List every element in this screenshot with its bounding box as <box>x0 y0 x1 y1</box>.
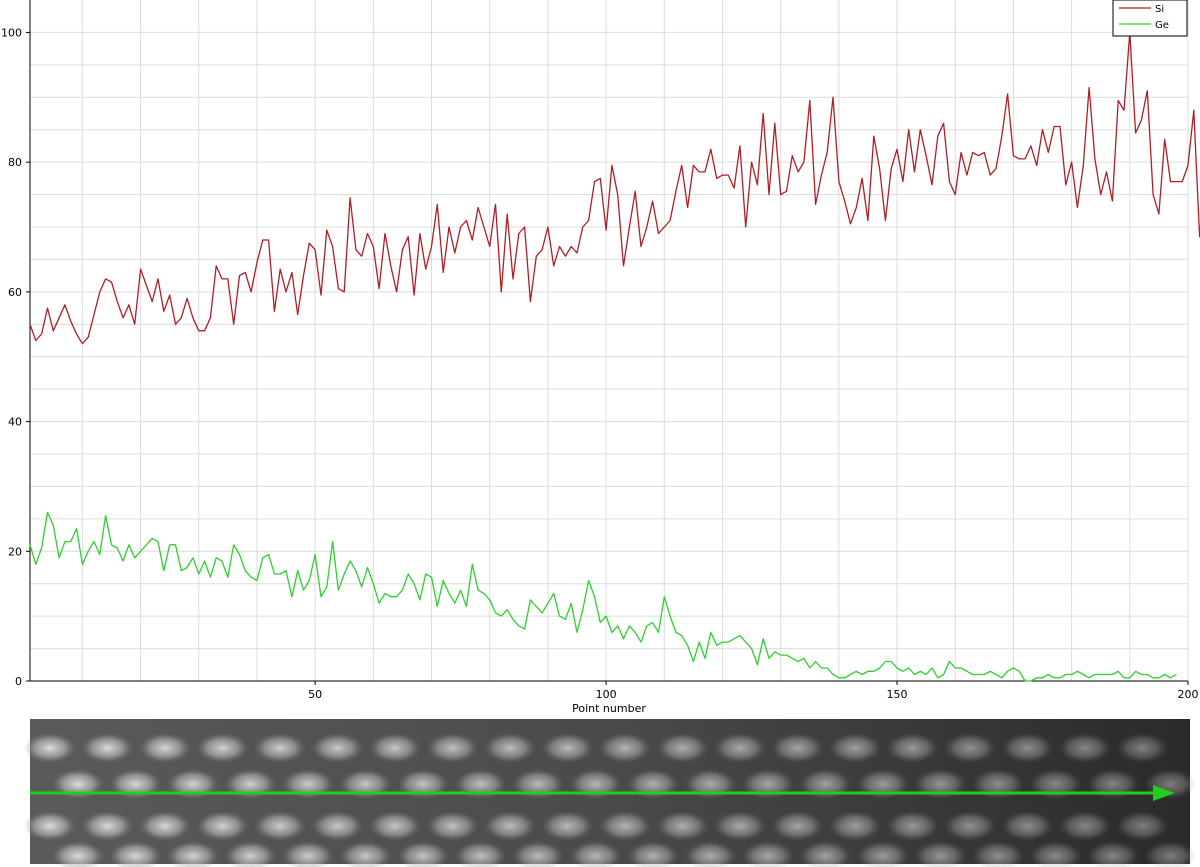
atomic-column <box>656 811 709 841</box>
atomic-column <box>656 733 709 763</box>
legend-label-si: Si <box>1155 4 1164 15</box>
x-tick-label: 150 <box>887 688 908 701</box>
atomic-column <box>771 811 824 841</box>
atomic-column <box>196 811 249 841</box>
atomic-column <box>484 811 536 841</box>
atomic-column <box>714 733 766 763</box>
atomic-column <box>886 733 939 763</box>
atomic-column <box>369 733 421 763</box>
atomic-column <box>311 733 364 763</box>
atomic-column <box>829 733 881 763</box>
atomic-column <box>541 733 594 763</box>
legend-label-ge: Ge <box>1155 20 1169 31</box>
atomic-column <box>81 811 134 841</box>
atomic-column <box>484 733 536 763</box>
atomic-column <box>1116 733 1169 763</box>
x-tick-label: 200 <box>1178 688 1199 701</box>
atomic-column <box>1116 811 1169 841</box>
atomic-column <box>771 733 824 763</box>
atomic-column <box>1001 733 1054 763</box>
atomic-column <box>599 811 651 841</box>
atomic-column <box>541 811 594 841</box>
atomic-column <box>254 733 306 763</box>
atomic-column <box>1059 733 1111 763</box>
atomic-column <box>714 811 766 841</box>
y-tick-label: 40 <box>8 416 22 429</box>
x-tick-label: 50 <box>308 688 322 701</box>
atomic-column <box>829 811 881 841</box>
atomic-column <box>24 811 76 841</box>
line-chart: 0 20 40 60 80 100 50 100 150 200 Si Ge Point numb… <box>0 0 1200 867</box>
atomic-column <box>944 811 996 841</box>
atomic-column <box>1001 811 1054 841</box>
atomic-column <box>599 733 651 763</box>
atomic-column <box>139 733 191 763</box>
atomic-column <box>1059 811 1111 841</box>
atomic-column <box>139 811 191 841</box>
atomic-column <box>196 733 249 763</box>
atomic-column <box>426 811 479 841</box>
y-tick-label: 100 <box>1 26 22 39</box>
y-tick-label: 80 <box>8 156 22 169</box>
atomic-column <box>24 733 76 763</box>
x-tick-label: 100 <box>596 688 617 701</box>
legend-box <box>1112 0 1188 37</box>
y-tick-label: 20 <box>8 545 22 558</box>
atomic-column <box>254 811 306 841</box>
atomic-column <box>426 733 479 763</box>
atomic-column <box>944 733 996 763</box>
legend: Si Ge <box>1112 0 1188 37</box>
y-tick-label: 60 <box>8 286 22 299</box>
atomic-column <box>311 811 364 841</box>
atomic-column <box>369 811 421 841</box>
atomic-column <box>81 733 134 763</box>
x-axis-title: Point number <box>572 702 646 715</box>
atomic-column <box>886 811 939 841</box>
y-tick-label: 0 <box>15 675 22 688</box>
stem-image-panel <box>24 719 1197 867</box>
